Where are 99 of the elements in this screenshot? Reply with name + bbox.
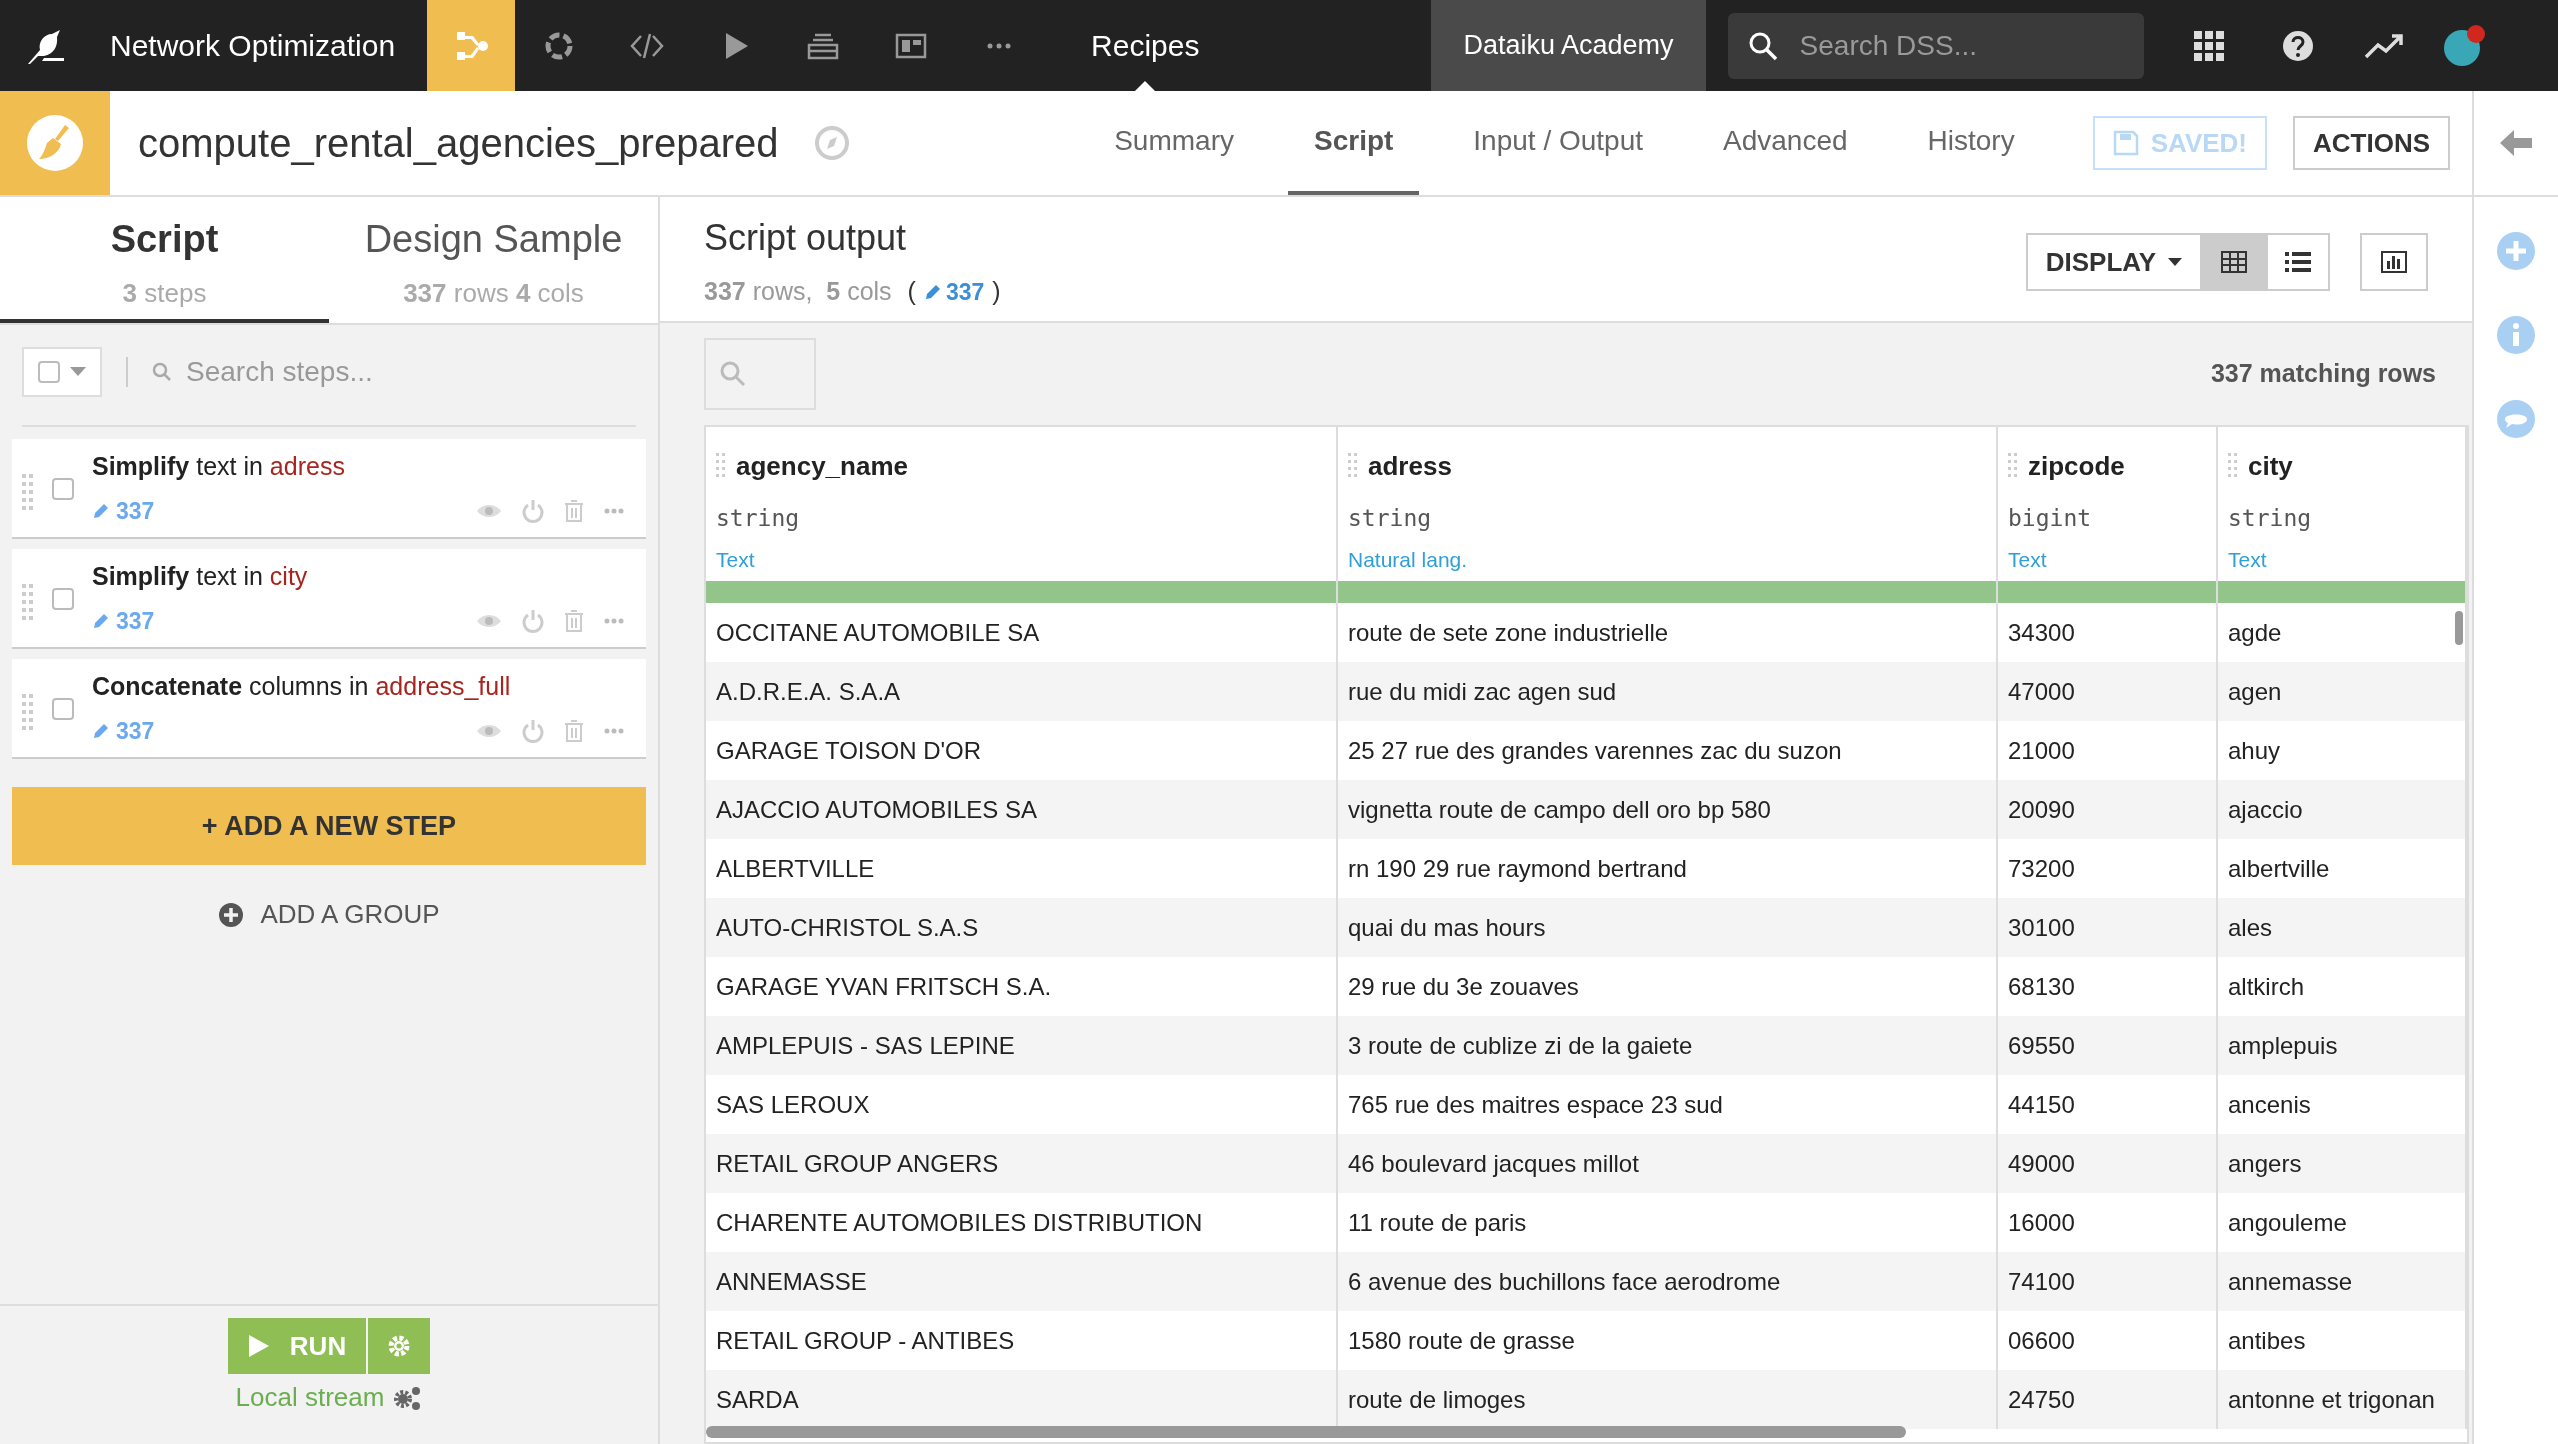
avatar-icon[interactable] xyxy=(2441,23,2486,68)
step-title[interactable]: Simplify text in city xyxy=(92,558,646,596)
select-all-dropdown[interactable] xyxy=(22,347,102,397)
table-view-button[interactable] xyxy=(2202,233,2266,291)
column-header[interactable]: zipcode bigint Text xyxy=(1998,427,2218,603)
actions-button[interactable]: ACTIONS xyxy=(2293,116,2450,170)
checkbox[interactable] xyxy=(52,478,74,500)
column-header[interactable]: adress string Natural lang. xyxy=(1338,427,1998,603)
pencil-icon xyxy=(92,611,110,630)
pencil-icon xyxy=(92,501,110,520)
chat-bubble-icon[interactable] xyxy=(2496,399,2536,439)
drag-handle-icon[interactable] xyxy=(716,453,726,479)
list-view-button[interactable] xyxy=(2266,233,2330,291)
step-title[interactable]: Concatenate columns in address_full xyxy=(92,668,646,706)
table-cell: 24750 xyxy=(1998,1370,2218,1429)
drag-handle-icon[interactable] xyxy=(22,584,34,622)
caret-icon xyxy=(70,367,86,377)
workspace-button[interactable]: Dataiku Academy xyxy=(1431,0,1706,91)
more-icon[interactable] xyxy=(604,508,624,514)
recipe-name[interactable]: compute_rental_agencies_prepared xyxy=(138,113,779,173)
checkbox[interactable] xyxy=(52,588,74,610)
bar-chart-icon xyxy=(2381,251,2407,273)
recipe-tab[interactable]: Advanced xyxy=(1697,91,1874,195)
more-icon[interactable] xyxy=(604,728,624,734)
output-summary: 337 rows, 5 cols xyxy=(704,276,892,307)
search-icon xyxy=(1747,30,1778,61)
search-field[interactable]: Search DSS... xyxy=(1727,12,2144,79)
plus-circle-icon[interactable] xyxy=(2496,231,2536,271)
power-icon[interactable] xyxy=(522,719,544,743)
broom-icon xyxy=(25,113,85,173)
column-name: adress xyxy=(1368,449,1452,483)
list-icon xyxy=(2285,251,2311,273)
column-type: string xyxy=(715,504,801,533)
matching-rows-count: 337 matching rows xyxy=(2210,358,2436,390)
project-name[interactable]: Network Optimization xyxy=(110,23,396,68)
drag-handle-icon[interactable] xyxy=(22,694,34,732)
panel-tab[interactable]: Design Sample 337 rows 4 cols xyxy=(329,197,658,323)
parenthesis: ) xyxy=(992,276,1001,307)
gear-icon xyxy=(387,1334,412,1358)
trash-icon[interactable] xyxy=(564,610,584,632)
pencil-icon xyxy=(923,282,942,301)
trash-icon[interactable] xyxy=(564,500,584,522)
column-type: string xyxy=(2227,504,2313,533)
drag-handle-icon[interactable] xyxy=(22,474,34,512)
caret-icon xyxy=(2168,258,2182,266)
play-icon xyxy=(247,1334,270,1358)
back-arrow-icon[interactable] xyxy=(2498,128,2534,158)
search-icon xyxy=(720,361,746,387)
display-dropdown[interactable]: DISPLAY xyxy=(2025,233,2202,291)
plus-circle-icon xyxy=(218,901,245,928)
eye-icon[interactable] xyxy=(476,503,502,519)
horizontal-scrollbar[interactable] xyxy=(706,1426,1906,1438)
compass-icon[interactable] xyxy=(814,125,851,161)
step-card[interactable]: Simplify text in adress 337 xyxy=(12,439,646,539)
column-name: zipcode xyxy=(2028,449,2125,483)
apps-grid-icon[interactable] xyxy=(2193,30,2224,61)
drag-handle-icon[interactable] xyxy=(2228,453,2238,479)
pointer-icon xyxy=(1135,81,1156,91)
column-name: agency_name xyxy=(736,449,908,483)
recipe-tab[interactable]: History xyxy=(1901,91,2041,195)
power-icon[interactable] xyxy=(522,499,544,523)
parenthesis: ( xyxy=(907,276,916,307)
column-type: string xyxy=(1347,504,1433,533)
more-icon[interactable] xyxy=(604,618,624,624)
column-name: city xyxy=(2248,449,2293,483)
settings-button[interactable] xyxy=(368,1318,431,1374)
panel-tab[interactable]: Script 3 steps xyxy=(0,197,329,323)
info-icon[interactable] xyxy=(2496,315,2536,355)
trash-icon[interactable] xyxy=(564,720,584,742)
step-card[interactable]: Simplify text in city 337 xyxy=(12,549,646,649)
column-header[interactable]: city string Text xyxy=(2218,427,2467,603)
eye-icon[interactable] xyxy=(476,613,502,629)
recipe-tab[interactable]: Script xyxy=(1288,91,1420,195)
column-header[interactable]: agency_name string Text xyxy=(706,427,1338,603)
search-icon xyxy=(152,362,172,382)
add-step-button[interactable]: + ADD A NEW STEP xyxy=(12,787,646,865)
recipe-tab[interactable]: Summary xyxy=(1088,91,1260,195)
filter-field[interactable] xyxy=(704,338,816,410)
vertical-scrollbar[interactable] xyxy=(2455,611,2463,645)
table-icon xyxy=(2221,251,2247,273)
power-icon[interactable] xyxy=(522,609,544,633)
output-title: Script output xyxy=(704,216,908,260)
table-cell: antonne et trigonan xyxy=(2218,1370,2467,1429)
pencil-icon xyxy=(92,721,110,740)
checkbox-icon xyxy=(38,361,60,383)
help-icon[interactable] xyxy=(2281,29,2314,62)
step-card[interactable]: Concatenate columns in address_full 337 xyxy=(12,659,646,759)
recipe-tab[interactable]: Input / Output xyxy=(1447,91,1669,195)
drag-handle-icon[interactable] xyxy=(1348,453,1358,479)
drag-handle-icon[interactable] xyxy=(2008,453,2018,479)
checkbox[interactable] xyxy=(52,698,74,720)
trend-icon[interactable] xyxy=(2363,32,2404,59)
chart-view-button[interactable] xyxy=(2360,233,2428,291)
step-title[interactable]: Simplify text in adress xyxy=(92,448,646,486)
column-type: bigint xyxy=(2007,504,2093,533)
section-link[interactable]: Recipes xyxy=(1091,23,1200,68)
search-steps-field[interactable]: Search steps... xyxy=(186,351,606,393)
eye-icon[interactable] xyxy=(476,723,502,739)
add-group-button[interactable]: ADD A GROUP xyxy=(218,895,440,934)
